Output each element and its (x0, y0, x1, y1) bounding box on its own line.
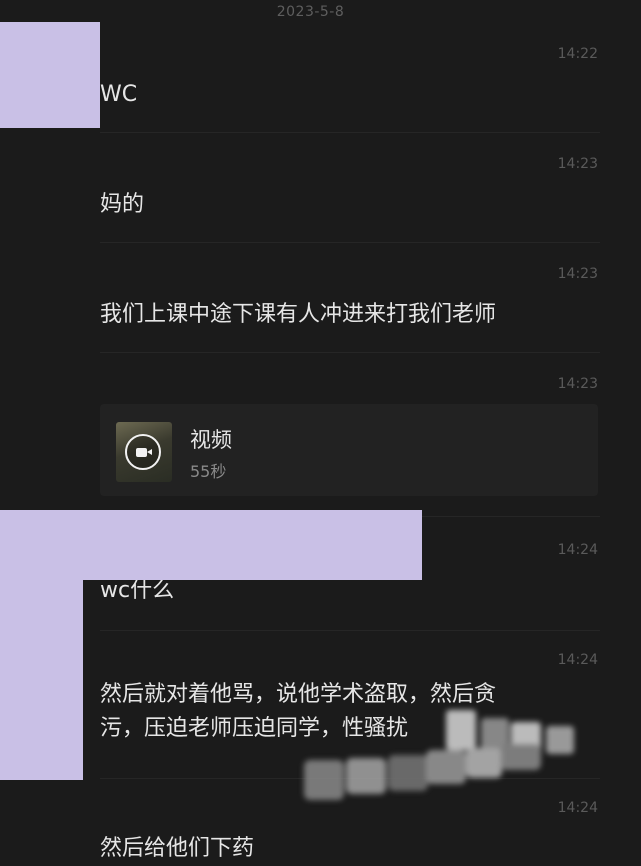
message-item: 14:23 (100, 376, 600, 396)
message-text: 妈的 (100, 192, 145, 217)
message-time: 14:24 (557, 652, 598, 668)
message-item[interactable]: 14:23 我们上课中途下课有人冲进来打我们老师 (100, 266, 600, 346)
redaction-block (0, 510, 83, 780)
video-camera-icon (125, 434, 161, 470)
message-text: 我们上课中途下课有人冲进来打我们老师 (100, 302, 497, 327)
divider (100, 242, 600, 243)
divider (100, 630, 600, 631)
message-time: 14:23 (557, 156, 598, 172)
message-text: 然后给他们下药 (100, 836, 255, 861)
divider (100, 352, 600, 353)
message-text-line: 污，压迫老师压迫同学，性骚扰 (100, 716, 409, 741)
message-item[interactable]: 14:24 然后给他们下药 (100, 800, 600, 866)
message-time: 14:24 (557, 542, 598, 558)
message-text: WC (100, 82, 138, 107)
message-time: 14:23 (557, 266, 598, 282)
divider (100, 778, 600, 779)
video-message-card[interactable]: 视频 55秒 (100, 404, 598, 496)
message-item[interactable]: 14:24 然后就对着他骂，说他学术盗取，然后贪 污，压迫老师压迫同学，性骚扰 (100, 652, 600, 772)
message-text-line: 然后就对着他骂，说他学术盗取，然后贪 (100, 682, 497, 707)
message-item[interactable]: 14:23 妈的 (100, 156, 600, 236)
message-item[interactable]: 14:22 WC (100, 46, 600, 126)
chat-screen: 2023-5-8 14:22 WC 14:23 妈的 14:23 我们上课中途下… (0, 0, 641, 866)
redaction-block (0, 22, 100, 128)
date-header: 2023-5-8 (276, 4, 345, 20)
divider (100, 132, 600, 133)
message-time: 14:23 (557, 376, 598, 392)
video-title: 视频 (190, 428, 232, 452)
video-duration: 55秒 (190, 462, 227, 481)
message-time: 14:24 (557, 800, 598, 816)
video-thumbnail[interactable] (116, 422, 172, 482)
message-time: 14:22 (557, 46, 598, 62)
